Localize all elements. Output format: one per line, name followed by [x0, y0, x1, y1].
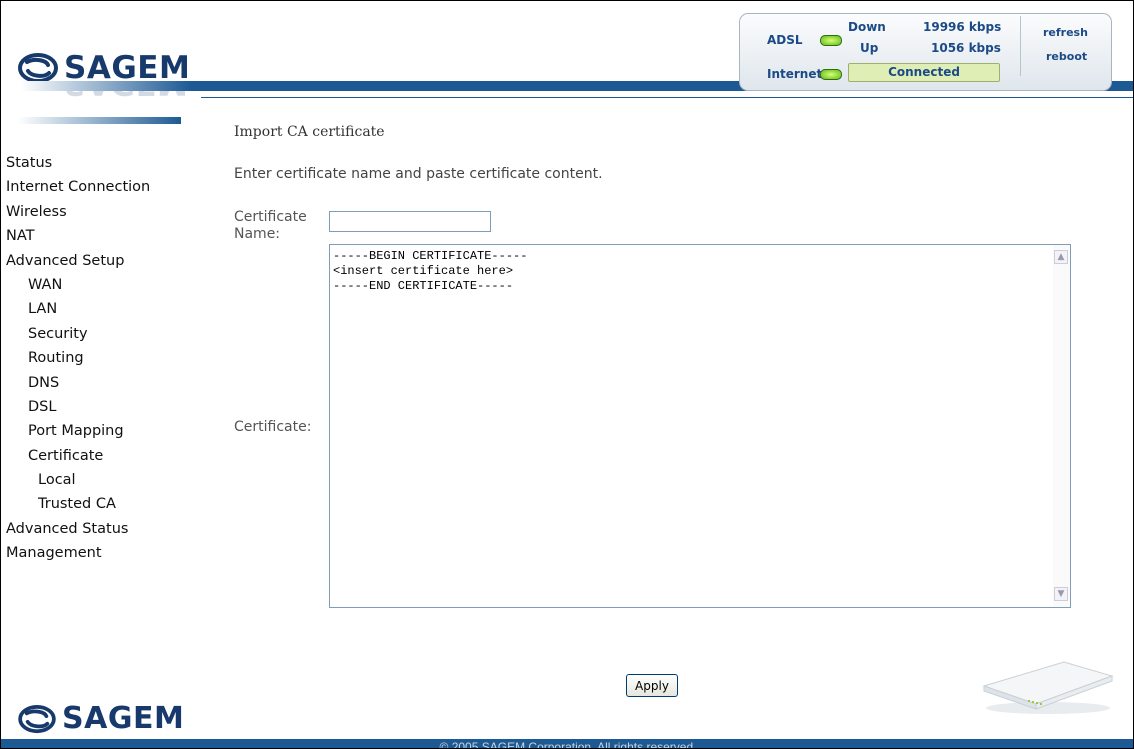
certificate-scrollbar[interactable]: ▲ ▼ — [1053, 245, 1070, 607]
panel-divider — [1020, 16, 1021, 76]
downstream-rate: 19996 kbps — [923, 20, 1002, 34]
copyright-text: © 2005 SAGEM Corporation. All rights res… — [439, 740, 697, 749]
header-rule — [201, 97, 1133, 98]
reboot-button[interactable]: reboot — [1046, 50, 1087, 63]
internet-led-icon — [820, 69, 842, 80]
nav-item-internet-connection[interactable]: Internet Connection — [6, 175, 150, 199]
internet-label: Internet — [767, 67, 823, 81]
certificate-name-label-line2: Name: — [234, 226, 281, 242]
refresh-button[interactable]: refresh — [1043, 26, 1088, 39]
certificate-name-label: Certificate Name: — [234, 209, 324, 243]
nav-item-dns[interactable]: DNS — [6, 371, 150, 395]
nav-item-nat[interactable]: NAT — [6, 224, 150, 248]
nav-rule — [18, 117, 181, 124]
certificate-name-input[interactable] — [329, 211, 491, 232]
upstream-label: Up — [860, 41, 879, 55]
nav-item-dsl[interactable]: DSL — [6, 395, 150, 419]
connection-status-panel: ADSL Internet Down 19996 kbps Up 1056 kb… — [739, 13, 1112, 91]
nav-item-trusted-ca[interactable]: Trusted CA — [6, 492, 150, 516]
page-title: Import CA certificate — [234, 124, 385, 140]
brand-name-bottom: SAGEM — [62, 701, 185, 736]
connection-state: Connected — [848, 63, 1000, 82]
modem-device-image — [982, 661, 1114, 714]
nav-item-status[interactable]: Status — [6, 151, 150, 175]
nav-item-certificate[interactable]: Certificate — [6, 444, 150, 468]
nav-item-management[interactable]: Management — [6, 541, 150, 565]
adsl-label: ADSL — [767, 33, 803, 47]
scroll-down-icon[interactable]: ▼ — [1054, 587, 1068, 601]
sidebar-nav: Status Internet Connection Wireless NAT … — [6, 151, 150, 566]
upstream-rate: 1056 kbps — [931, 41, 1001, 55]
nav-item-certificate-local[interactable]: Local — [6, 468, 150, 492]
certificate-label: Certificate: — [234, 419, 312, 435]
nav-item-routing[interactable]: Routing — [6, 346, 150, 370]
nav-item-port-mapping[interactable]: Port Mapping — [6, 419, 150, 443]
nav-item-wireless[interactable]: Wireless — [6, 200, 150, 224]
nav-item-advanced-status[interactable]: Advanced Status — [6, 517, 150, 541]
nav-item-advanced-setup[interactable]: Advanced Setup — [6, 249, 150, 273]
footer-bar: © 2005 SAGEM Corporation. All rights res… — [1, 739, 1133, 749]
certificate-name-label-line1: Certificate — [234, 209, 307, 225]
certificate-textarea[interactable]: -----BEGIN CERTIFICATE----- <insert cert… — [329, 244, 1071, 608]
page-intro: Enter certificate name and paste certifi… — [234, 166, 603, 182]
sagem-logo-bottom-icon — [18, 704, 56, 734]
downstream-label: Down — [848, 20, 886, 34]
nav-item-security[interactable]: Security — [6, 322, 150, 346]
adsl-led-icon — [820, 35, 842, 46]
nav-item-wan[interactable]: WAN — [6, 273, 150, 297]
apply-button[interactable]: Apply — [626, 674, 678, 697]
sagem-logo-icon — [18, 53, 58, 83]
page-frame: SAGEM SAGEM ADSL Internet Down 19996 kbp… — [0, 0, 1134, 749]
nav-item-lan[interactable]: LAN — [6, 297, 150, 321]
scroll-up-icon[interactable]: ▲ — [1054, 250, 1068, 264]
